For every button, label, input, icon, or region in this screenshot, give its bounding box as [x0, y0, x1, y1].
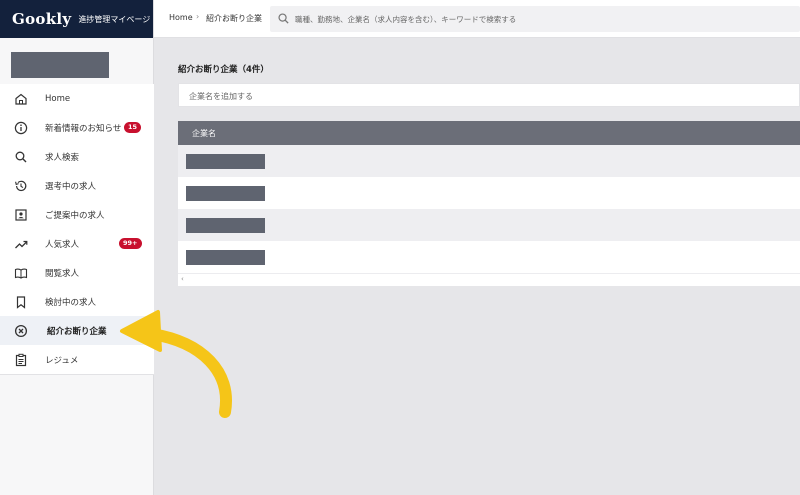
trending-icon — [14, 237, 28, 251]
breadcrumb-current: 紹介お断り企業 — [206, 14, 262, 23]
table-row[interactable] — [178, 177, 800, 209]
sidebar-item-label: Home — [45, 93, 71, 104]
clipboard-icon — [14, 353, 28, 367]
sidebar-item-job-search[interactable]: 求人検索 — [0, 142, 154, 171]
sidebar-item-label: 検討中の求人 — [45, 297, 97, 308]
search-icon — [278, 13, 289, 24]
search-icon — [14, 150, 28, 164]
add-company-placeholder: 企業名を追加する — [189, 92, 253, 101]
sidebar-item-label: 人気求人 — [45, 239, 80, 250]
sidebar-item-label: 新着情報のお知らせ — [45, 123, 122, 134]
table-header: 企業名 — [178, 121, 800, 145]
company-name-redacted — [186, 218, 265, 233]
contact-card-icon — [14, 208, 28, 222]
home-icon — [14, 92, 28, 106]
popular-count-badge: 99+ — [119, 238, 142, 249]
search-placeholder: 職種、勤務地、企業名（求人内容を含む）、キーワードで検索する — [295, 15, 517, 24]
top-bar: Home › 紹介お断り企業 職種、勤務地、企業名（求人内容を含む）、キーワード… — [154, 0, 800, 38]
sidebar-item-label: レジュメ — [45, 355, 79, 366]
circle-x-icon — [14, 324, 28, 338]
breadcrumb-home[interactable]: Home — [169, 13, 193, 22]
horizontal-scrollbar[interactable]: ‹ — [178, 273, 800, 286]
page-title: 紹介お断り企業（4件） — [178, 65, 269, 75]
brand-logo[interactable]: Gookly — [12, 10, 71, 28]
brand-subtitle: 進捗管理マイページ — [78, 14, 151, 24]
user-name-redacted — [11, 52, 109, 78]
sidebar-item-viewed[interactable]: 閲覧求人 — [0, 258, 154, 287]
sidebar-item-label: ご提案中の求人 — [45, 210, 105, 221]
chevron-right-icon: › — [196, 12, 200, 21]
company-name-redacted — [186, 154, 265, 169]
column-header-company-name: 企業名 — [192, 129, 216, 138]
sidebar-item-news[interactable]: 新着情報のお知らせ 15 — [0, 113, 154, 142]
scroll-left-icon[interactable]: ‹ — [181, 275, 184, 283]
table-row[interactable] — [178, 209, 800, 241]
search-input[interactable]: 職種、勤務地、企業名（求人内容を含む）、キーワードで検索する — [270, 6, 800, 32]
sidebar-item-label: 閲覧求人 — [45, 268, 80, 279]
info-icon — [14, 121, 28, 135]
table-row[interactable] — [178, 241, 800, 273]
bookmark-icon — [14, 295, 28, 309]
company-name-redacted — [186, 186, 265, 201]
annotation-arrow — [120, 310, 232, 418]
company-name-redacted — [186, 250, 265, 265]
sidebar-item-popular[interactable]: 人気求人 99+ — [0, 229, 154, 258]
declined-companies-table: 企業名 ‹ — [178, 121, 800, 286]
sidebar-item-label: 紹介お断り企業 — [47, 326, 107, 337]
news-count-badge: 15 — [124, 122, 142, 133]
sidebar-item-label: 求人検索 — [45, 152, 80, 163]
sidebar-item-home[interactable]: Home — [0, 84, 154, 113]
sidebar-item-label: 選考中の求人 — [45, 181, 97, 192]
brand-bar[interactable]: Gookly 進捗管理マイページ — [0, 0, 153, 38]
sidebar-item-proposed[interactable]: ご提案中の求人 — [0, 200, 154, 229]
history-icon — [14, 179, 28, 193]
sidebar-item-in-selection[interactable]: 選考中の求人 — [0, 171, 154, 200]
add-company-input[interactable]: 企業名を追加する — [178, 83, 800, 107]
book-icon — [14, 266, 28, 280]
table-row[interactable] — [178, 145, 800, 177]
